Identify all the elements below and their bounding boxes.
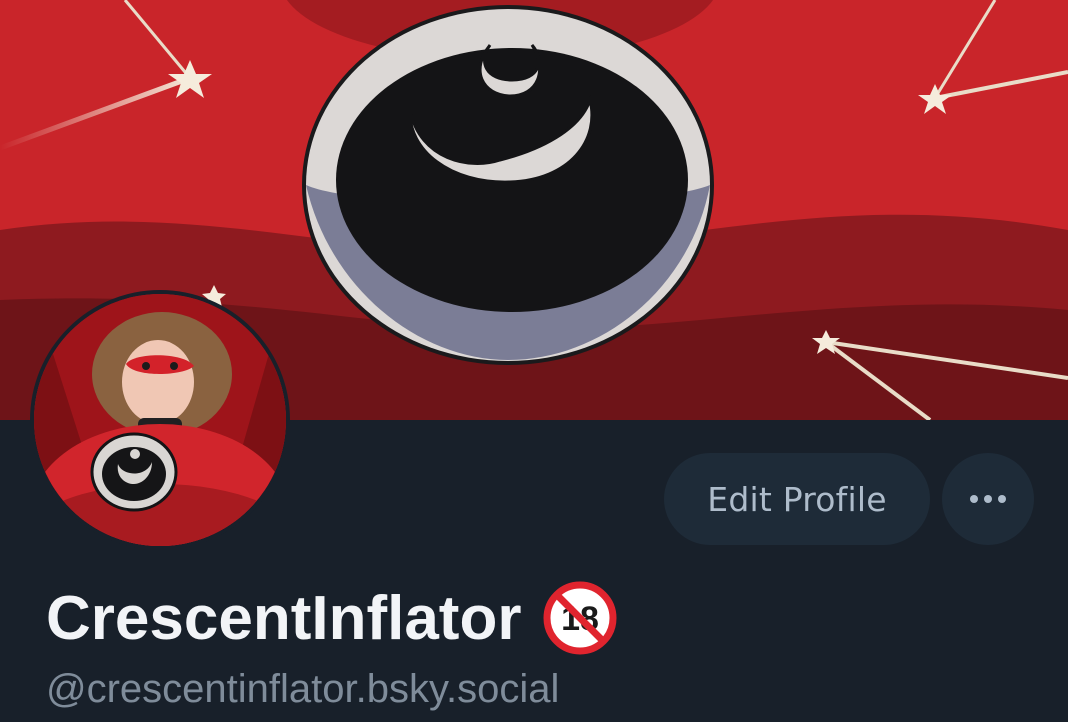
avatar-frame[interactable]: [30, 290, 290, 550]
edit-profile-button[interactable]: Edit Profile: [664, 453, 930, 545]
avatar[interactable]: [34, 294, 286, 546]
ellipsis-icon: [970, 495, 1006, 503]
profile-name-row: CrescentInflator 18: [46, 580, 617, 656]
no-under-18-icon: 18: [543, 581, 617, 655]
profile-handle[interactable]: @crescentinflator.bsky.social: [46, 667, 559, 712]
edit-profile-label: Edit Profile: [707, 479, 887, 519]
display-name: CrescentInflator: [46, 583, 522, 653]
avatar-illustration: [34, 294, 286, 546]
more-options-button[interactable]: [942, 453, 1034, 545]
